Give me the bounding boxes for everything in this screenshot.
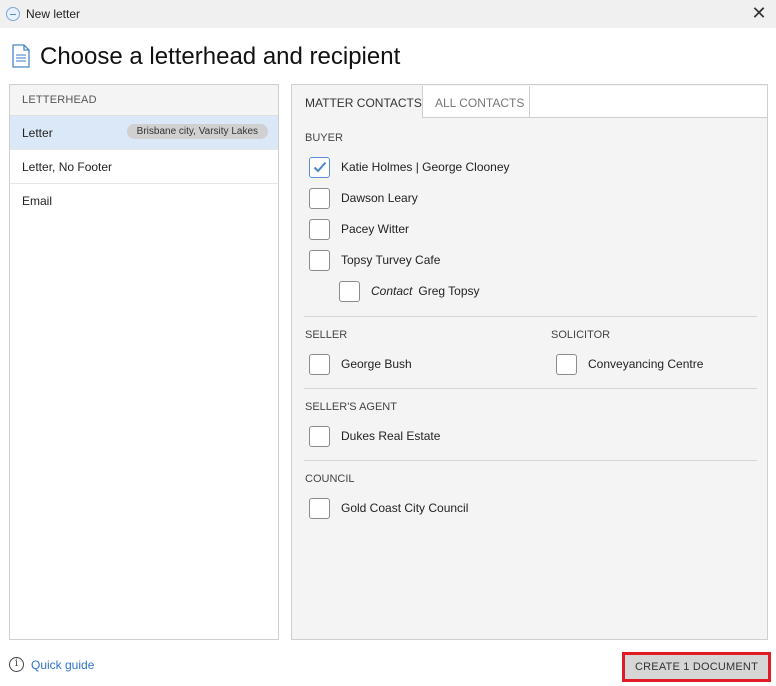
info-icon: i [9, 657, 24, 672]
section-title-seller: SELLER [305, 329, 348, 341]
checkbox[interactable] [309, 249, 330, 271]
section-title-solicitor: SOLICITOR [551, 329, 611, 341]
tab-matter-contacts[interactable]: MATTER CONTACTS [293, 86, 423, 118]
section-title-buyer: BUYER [305, 132, 343, 144]
checkbox[interactable] [309, 353, 330, 375]
letterhead-header: LETTERHEAD [10, 85, 278, 116]
app-icon [6, 7, 20, 21]
contact-label: Katie Holmes | George Clooney [341, 160, 510, 174]
divider [304, 316, 757, 317]
contact-label: Dawson Leary [341, 191, 418, 205]
contact-row-dukes-real-estate[interactable]: Dukes Real Estate [309, 425, 440, 447]
letterhead-item-letter[interactable]: Letter Brisbane city, Varsity Lakes [10, 116, 278, 150]
checkbox[interactable] [309, 187, 330, 209]
divider [304, 388, 757, 389]
divider [304, 460, 757, 461]
document-icon [12, 44, 30, 68]
contact-row-george-bush[interactable]: George Bush [309, 353, 412, 375]
checkbox[interactable] [309, 156, 330, 178]
close-icon[interactable]: ✕ [748, 3, 770, 25]
letterhead-item-email[interactable]: Email [10, 184, 278, 218]
contact-row-katie-holmes[interactable]: Katie Holmes | George Clooney [309, 156, 510, 178]
letterhead-panel: LETTERHEAD Letter Brisbane city, Varsity… [9, 84, 279, 640]
contact-row-dawson-leary[interactable]: Dawson Leary [309, 187, 418, 209]
checkbox[interactable] [309, 497, 330, 519]
contact-row-gold-coast-city-council[interactable]: Gold Coast City Council [309, 497, 468, 519]
quick-guide-link[interactable]: i Quick guide [9, 657, 94, 672]
contact-label: Pacey Witter [341, 222, 410, 236]
quick-guide-label: Quick guide [31, 657, 95, 672]
title-bar: New letter ✕ [0, 0, 776, 28]
checkbox[interactable] [339, 280, 360, 302]
section-title-council: COUNCIL [305, 473, 355, 485]
contact-label: Topsy Turvey Cafe [341, 253, 441, 267]
window-title: New letter [26, 7, 81, 21]
location-tag: Brisbane city, Varsity Lakes [126, 124, 268, 139]
contact-label: Gold Coast City Council [341, 501, 469, 515]
section-title-sellers-agent: SELLER'S AGENT [305, 401, 397, 413]
letterhead-item-label: Email [22, 194, 53, 208]
checkbox[interactable] [556, 353, 577, 375]
checkbox[interactable] [309, 218, 330, 240]
contact-label: Dukes Real Estate [341, 429, 441, 443]
contact-row-topsy-turvey-cafe[interactable]: Topsy Turvey Cafe [309, 249, 440, 271]
checkmark-icon [313, 161, 326, 173]
tab-strip-filler [530, 86, 767, 118]
contact-role-label: Contact [371, 284, 413, 298]
contact-row-pacey-witter[interactable]: Pacey Witter [309, 218, 409, 240]
contact-row-conveyancing-centre[interactable]: Conveyancing Centre [556, 353, 703, 375]
create-document-button[interactable]: CREATE 1 DOCUMENT [622, 652, 771, 682]
page-title: Choose a letterhead and recipient [40, 43, 401, 70]
tab-all-contacts[interactable]: ALL CONTACTS [423, 86, 530, 118]
checkbox[interactable] [309, 425, 330, 447]
letterhead-item-label: Letter [22, 126, 53, 140]
contacts-panel: MATTER CONTACTS ALL CONTACTS BUYER Katie… [291, 84, 768, 640]
contact-row-greg-topsy[interactable]: Contact Greg Topsy [339, 280, 480, 302]
contact-label: Greg Topsy [418, 284, 480, 298]
contact-label: George Bush [341, 357, 412, 371]
letterhead-item-letter-no-footer[interactable]: Letter, No Footer [10, 150, 278, 184]
letterhead-item-label: Letter, No Footer [22, 160, 113, 174]
contact-label: Conveyancing Centre [588, 357, 704, 371]
contact-label-group: Contact Greg Topsy [371, 284, 480, 298]
